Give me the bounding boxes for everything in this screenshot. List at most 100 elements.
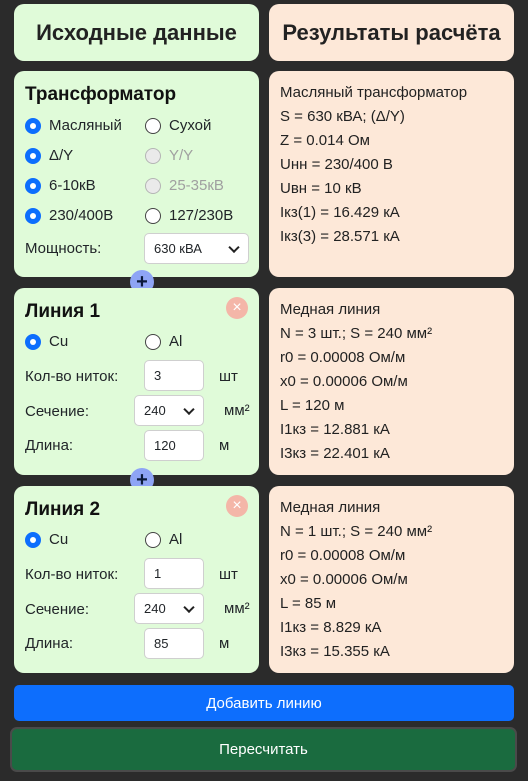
results-header-title: Результаты расчёта: [282, 19, 501, 45]
transformer-title: Трансформатор: [25, 84, 177, 105]
connection-yy-label: Y/Y: [169, 147, 194, 164]
power-label: Мощность:: [25, 240, 102, 257]
transformer-results-list: Масляный трансформатор S = 630 кВА; (Δ/Y…: [280, 81, 467, 249]
line-2-results-list: Медная линия N = 1 шт.; S = 240 мм² r0 =…: [280, 496, 432, 664]
remove-line-1-close-icon[interactable]: ×: [226, 297, 248, 319]
length-label: Длина:: [25, 635, 74, 652]
result-line: Uнн = 230/400 В: [280, 156, 393, 173]
type-dry-radio[interactable]: Сухой: [145, 117, 211, 134]
result-line: r0 = 0.00008 Ом/м: [280, 349, 406, 366]
result-line: L = 120 м: [280, 397, 345, 414]
radio-checked-icon[interactable]: [25, 333, 41, 350]
result-line: Масляный трансформатор: [280, 84, 468, 101]
result-line: x0 = 0.00006 Ом/м: [280, 571, 408, 588]
line-2-title: Линия 2: [25, 499, 101, 520]
remove-line-2-close-icon[interactable]: ×: [226, 495, 248, 517]
type-oil-radio[interactable]: Масляный: [25, 117, 122, 134]
line-1-strands-input[interactable]: 3: [144, 360, 204, 391]
length-label: Длина:: [25, 437, 74, 454]
radio-checked-icon[interactable]: [25, 147, 41, 164]
connection-dy-radio[interactable]: Δ/Y: [25, 147, 73, 164]
section-unit: мм²: [224, 402, 250, 419]
chevron-down-icon: [183, 403, 195, 415]
transformer-results-card: Масляный трансформатор S = 630 кВА; (Δ/Y…: [269, 71, 514, 277]
result-line: Медная линия: [280, 499, 381, 516]
type-dry-label: Сухой: [169, 117, 212, 134]
radio-checked-icon[interactable]: [25, 531, 41, 548]
line-1-results-card: Медная линия N = 3 шт.; S = 240 мм² r0 =…: [269, 288, 514, 475]
results-header: Результаты расчёта: [269, 4, 514, 61]
result-line: Iкз(1) = 16.429 кА: [280, 204, 400, 221]
hv-6-10-radio[interactable]: 6-10кВ: [25, 177, 96, 194]
radio-checked-icon[interactable]: [25, 177, 41, 194]
result-line: x0 = 0.00006 Ом/м: [280, 373, 408, 390]
line-2-results-card: Медная линия N = 1 шт.; S = 240 мм² r0 =…: [269, 486, 514, 673]
power-select-value: 630 кВА: [154, 241, 202, 256]
line-1-section-select[interactable]: 240: [134, 395, 204, 426]
transformer-card: Трансформатор Масляный Сухой Δ/Y Y/Y 6-1…: [14, 71, 259, 277]
material-al-label: Al: [169, 333, 183, 350]
result-line: N = 1 шт.; S = 240 мм²: [280, 523, 433, 540]
result-line: I1кз = 12.881 кА: [280, 421, 390, 438]
section-select-value: 240: [144, 403, 166, 418]
hv-25-35-label: 25-35кВ: [169, 177, 224, 194]
line-2-material-cu-radio[interactable]: Cu: [25, 531, 68, 548]
input-header-title: Исходные данные: [36, 19, 237, 45]
length-unit: м: [219, 437, 230, 454]
result-line: Z = 0.014 Ом: [280, 132, 370, 149]
type-oil-label: Масляный: [49, 117, 122, 134]
line-1-material-cu-radio[interactable]: Cu: [25, 333, 68, 350]
lv-230-400-radio[interactable]: 230/400В: [25, 207, 113, 224]
line-1-card: Линия 1 × Cu Al Кол-во ниток: 3 шт Сечен…: [14, 288, 259, 475]
result-line: I3кз = 15.355 кА: [280, 643, 390, 660]
add-line-button[interactable]: Добавить линию: [14, 685, 514, 721]
result-line: I1кз = 8.829 кА: [280, 619, 382, 636]
line-2-card: Линия 2 × Cu Al Кол-во ниток: 1 шт Сечен…: [14, 486, 259, 673]
material-cu-label: Cu: [49, 333, 69, 350]
chevron-down-icon: [183, 601, 195, 613]
result-line: r0 = 0.00008 Ом/м: [280, 547, 406, 564]
lv-127-230-label: 127/230В: [169, 207, 234, 224]
section-select-value: 240: [144, 601, 166, 616]
radio-unchecked-icon[interactable]: [145, 207, 161, 224]
hv-6-10-label: 6-10кВ: [49, 177, 96, 194]
result-line: S = 630 кВА; (Δ/Y): [280, 108, 405, 125]
recalculate-button[interactable]: Пересчитать: [10, 727, 517, 772]
line-2-section-select[interactable]: 240: [134, 593, 204, 624]
hv-25-35-radio: 25-35кВ: [145, 177, 224, 194]
result-line: Uвн = 10 кВ: [280, 180, 362, 197]
connection-yy-radio: Y/Y: [145, 147, 193, 164]
result-line: N = 3 шт.; S = 240 мм²: [280, 325, 433, 342]
radio-disabled-icon: [145, 177, 161, 194]
power-select[interactable]: 630 кВА: [144, 233, 249, 264]
line-1-results-list: Медная линия N = 3 шт.; S = 240 мм² r0 =…: [280, 298, 432, 466]
lv-230-400-label: 230/400В: [49, 207, 114, 224]
connection-dy-label: Δ/Y: [49, 147, 74, 164]
result-line: I3кз = 22.401 кА: [280, 445, 390, 462]
radio-disabled-icon: [145, 147, 161, 164]
result-line: L = 85 м: [280, 595, 337, 612]
chevron-down-icon: [228, 241, 240, 253]
strands-unit: шт: [219, 566, 238, 583]
radio-checked-icon[interactable]: [25, 117, 41, 134]
result-line: Медная линия: [280, 301, 381, 318]
strands-unit: шт: [219, 368, 238, 385]
radio-checked-icon[interactable]: [25, 207, 41, 224]
radio-unchecked-icon[interactable]: [145, 333, 161, 350]
lv-127-230-radio[interactable]: 127/230В: [145, 207, 233, 224]
material-al-label: Al: [169, 531, 183, 548]
strands-label: Кол-во ниток:: [25, 368, 119, 385]
length-unit: м: [219, 635, 230, 652]
line-2-material-al-radio[interactable]: Al: [145, 531, 182, 548]
line-1-material-al-radio[interactable]: Al: [145, 333, 182, 350]
line-1-length-input[interactable]: 120: [144, 430, 204, 461]
radio-unchecked-icon[interactable]: [145, 117, 161, 134]
input-header: Исходные данные: [14, 4, 259, 61]
line-2-strands-input[interactable]: 1: [144, 558, 204, 589]
radio-unchecked-icon[interactable]: [145, 531, 161, 548]
material-cu-label: Cu: [49, 531, 69, 548]
result-line: Iкз(3) = 28.571 кА: [280, 228, 400, 245]
line-2-length-input[interactable]: 85: [144, 628, 204, 659]
section-label: Сечение:: [25, 601, 90, 618]
section-unit: мм²: [224, 600, 250, 617]
